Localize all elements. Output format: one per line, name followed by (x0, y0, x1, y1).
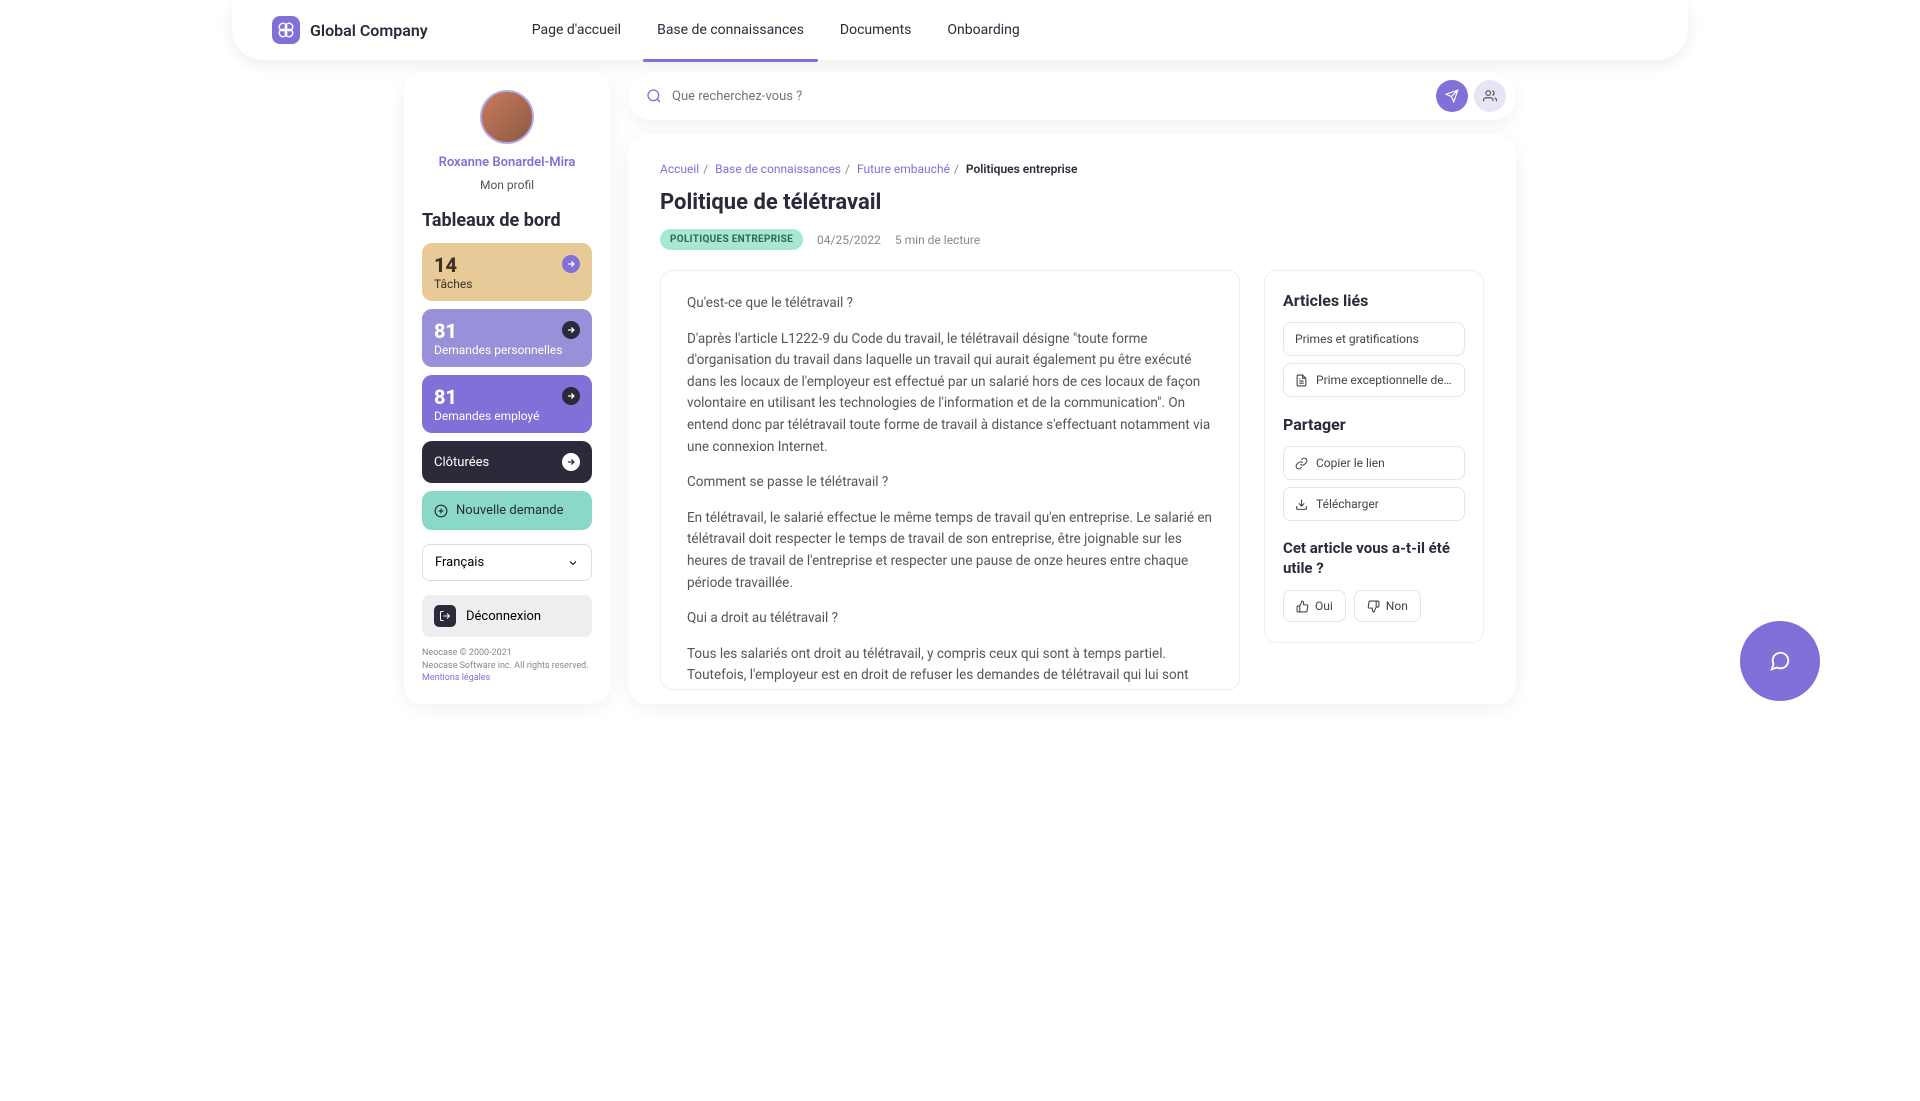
article-title: Politique de télétravail (660, 190, 1484, 215)
language-value: Français (435, 555, 484, 570)
download-icon (1295, 498, 1308, 511)
card-employee-num: 81 (434, 385, 580, 409)
footer: Neocase © 2000-2021 Neocase Software inc… (422, 647, 592, 685)
card-tasks[interactable]: 14 Tâches (422, 243, 592, 301)
chat-icon (1769, 650, 1791, 672)
arrow-right-icon (562, 453, 580, 471)
footer-legal-link[interactable]: Mentions légales (422, 672, 592, 685)
article-card: Accueil/ Base de connaissances/ Future e… (628, 134, 1516, 704)
logout-label: Déconnexion (466, 609, 541, 624)
article-body[interactable]: Qu'est-ce que le télétravail ? D'après l… (660, 270, 1240, 690)
plus-circle-icon (434, 504, 448, 518)
crumb-kb[interactable]: Base de connaissances (715, 162, 841, 176)
logout-button[interactable]: Déconnexion (422, 595, 592, 637)
main: Accueil/ Base de connaissances/ Future e… (628, 72, 1516, 704)
card-employee-requests[interactable]: 81 Demandes employé (422, 375, 592, 433)
card-personal-label: Demandes personnelles (434, 343, 580, 357)
thumbs-up-icon (1296, 600, 1309, 613)
card-personal-requests[interactable]: 81 Demandes personnelles (422, 309, 592, 367)
article-meta: POLITIQUES ENTREPRISE 04/25/2022 5 min d… (660, 229, 1484, 250)
body-p: Qui a droit au télétravail ? (687, 608, 1213, 630)
card-personal-num: 81 (434, 319, 580, 343)
users-icon (1483, 89, 1497, 103)
nav-documents[interactable]: Documents (836, 12, 915, 48)
language-select[interactable]: Français (422, 544, 592, 581)
logout-icon (434, 605, 456, 627)
nav-home[interactable]: Page d'accueil (528, 12, 625, 48)
chat-fab[interactable] (1740, 621, 1820, 701)
brand-name: Global Company (310, 21, 428, 40)
sidebar: Roxanne Bonardel-Mira Mon profil Tableau… (404, 72, 610, 704)
card-tasks-label: Tâches (434, 277, 580, 291)
crumb-future[interactable]: Future embauché (857, 162, 950, 176)
card-tasks-num: 14 (434, 253, 580, 277)
new-request-button[interactable]: Nouvelle demande (422, 491, 592, 530)
search-input[interactable] (672, 89, 1426, 104)
vote-yes-button[interactable]: Oui (1283, 590, 1346, 622)
brand[interactable]: Global Company (272, 16, 428, 44)
nav-items: Page d'accueil Base de connaissances Doc… (528, 12, 1024, 48)
new-request-label: Nouvelle demande (456, 503, 564, 518)
profile-link[interactable]: Mon profil (422, 178, 592, 192)
article-readtime: 5 min de lecture (895, 233, 980, 247)
article-tag: POLITIQUES ENTREPRISE (660, 229, 803, 250)
profile-section: Roxanne Bonardel-Mira Mon profil (422, 90, 592, 192)
link-icon (1295, 457, 1308, 470)
body-p: Qu'est-ce que le télétravail ? (687, 293, 1213, 315)
thumbs-down-icon (1367, 600, 1380, 613)
chevron-down-icon (567, 557, 579, 569)
avatar[interactable] (480, 90, 534, 144)
feedback-title: Cet article vous a-t-il été utile ? (1283, 539, 1465, 578)
related-title: Articles liés (1283, 291, 1465, 310)
searchbar (628, 72, 1516, 120)
breadcrumb: Accueil/ Base de connaissances/ Future e… (660, 162, 1484, 176)
article-date: 04/25/2022 (817, 233, 881, 247)
crumb-current: Politiques entreprise (966, 162, 1078, 176)
card-employee-label: Demandes employé (434, 409, 580, 423)
nav-knowledge[interactable]: Base de connaissances (653, 12, 808, 48)
dashboards-title: Tableaux de bord (422, 210, 592, 231)
card-closed-label: Clôturées (434, 455, 489, 470)
share-title: Partager (1283, 415, 1465, 434)
top-nav: Global Company Page d'accueil Base de co… (232, 0, 1688, 60)
body-p: D'après l'article L1222-9 du Code du tra… (687, 329, 1213, 459)
body-p: En télétravail, le salarié effectue le m… (687, 508, 1213, 594)
document-icon (1295, 374, 1308, 387)
download-button[interactable]: Télécharger (1283, 487, 1465, 521)
brand-icon (272, 16, 300, 44)
crumb-home[interactable]: Accueil (660, 162, 699, 176)
related-item[interactable]: Prime exceptionnelle de p... (1283, 363, 1465, 397)
users-button[interactable] (1474, 80, 1506, 112)
aside: Articles liés Primes et gratifications P… (1264, 270, 1484, 643)
vote-no-button[interactable]: Non (1354, 590, 1421, 622)
send-button[interactable] (1436, 80, 1468, 112)
related-item[interactable]: Primes et gratifications (1283, 322, 1465, 356)
card-closed[interactable]: Clôturées (422, 441, 592, 483)
footer-line1: Neocase © 2000-2021 (422, 647, 592, 660)
search-icon (646, 88, 662, 104)
copy-link-button[interactable]: Copier le lien (1283, 446, 1465, 480)
body-p: Comment se passe le télétravail ? (687, 472, 1213, 494)
body-p: Tous les salariés ont droit au télétrava… (687, 644, 1213, 690)
send-icon (1445, 89, 1459, 103)
username: Roxanne Bonardel-Mira (422, 154, 592, 172)
footer-line2: Neocase Software inc. All rights reserve… (422, 660, 592, 673)
nav-onboarding[interactable]: Onboarding (943, 12, 1023, 48)
